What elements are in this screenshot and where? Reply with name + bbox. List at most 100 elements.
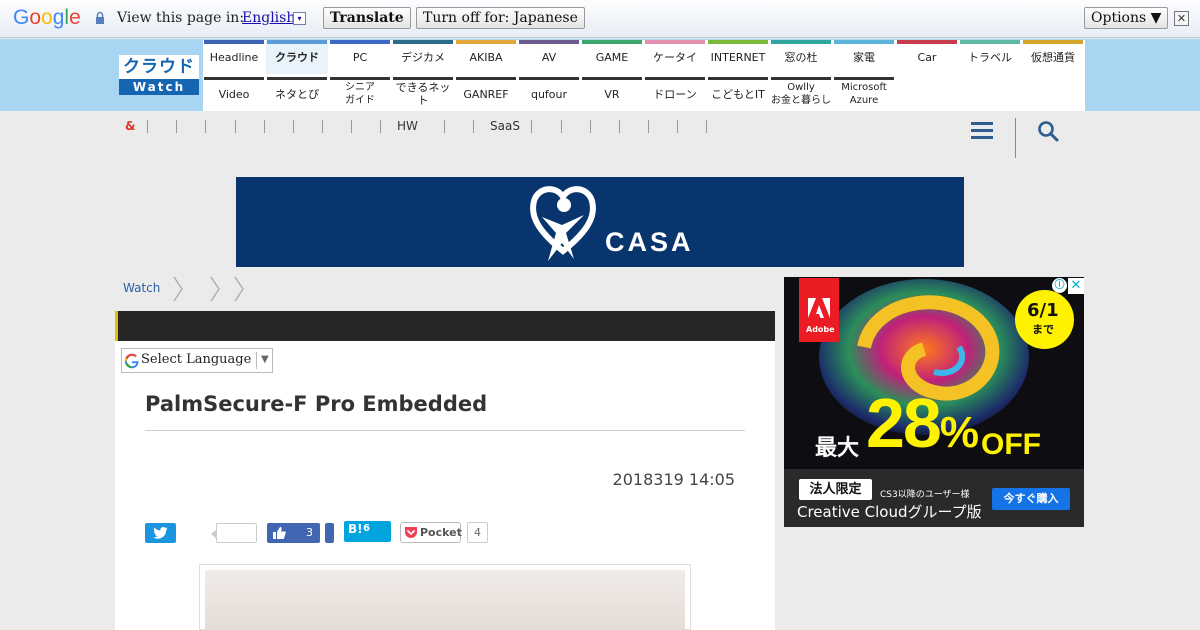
subnav-amp-link[interactable]: &	[125, 119, 135, 133]
subnav-separator	[176, 120, 177, 133]
subnav-separator	[205, 120, 206, 133]
nav-item[interactable]: クラウド	[266, 40, 328, 74]
nav-item[interactable]: トラベル	[959, 40, 1021, 74]
site-logo[interactable]: クラウド Watch	[119, 55, 199, 95]
turn-off-button[interactable]: Turn off for: Japanese	[416, 7, 585, 29]
nav-item-label: Owlly お金と暮らし	[771, 82, 831, 106]
nav-item[interactable]: Video	[203, 77, 265, 111]
banner-brand: CASA	[605, 227, 694, 257]
nav-item-label: GANREF	[463, 87, 509, 101]
subnav-separator	[677, 120, 678, 133]
nav-divider-bar	[834, 77, 894, 80]
nav-item-label: ケータイ	[653, 50, 697, 64]
nav-item[interactable]: ネタとぴ	[266, 77, 328, 111]
subnav-saas-link[interactable]: SaaS	[490, 119, 520, 133]
nav-item-label: GAME	[595, 50, 629, 64]
nav-color-bar	[330, 40, 390, 44]
ad-percent: 28%	[866, 383, 979, 463]
nav-divider-bar	[204, 77, 264, 80]
menu-icon[interactable]	[971, 122, 993, 140]
subnav-separator	[322, 120, 323, 133]
ad-off-label: OFF	[981, 428, 1041, 461]
nav-item[interactable]: INTERNET	[707, 40, 769, 74]
nav-item[interactable]: デジカメ	[392, 40, 454, 74]
close-icon[interactable]: ✕	[1174, 11, 1189, 26]
banner-ad[interactable]	[236, 177, 964, 267]
ad-product: Creative Cloudグループ版	[797, 503, 982, 521]
nav-item-label: 窓の杜	[784, 50, 818, 64]
subnav-separator	[444, 120, 445, 133]
nav-item[interactable]: シニア ガイド	[329, 77, 391, 111]
nav-color-bar	[708, 40, 768, 44]
nav-divider-bar	[393, 77, 453, 80]
google-logo: Google	[13, 6, 81, 29]
nav-item[interactable]: こどもとIT	[707, 77, 769, 111]
language-dropdown-icon[interactable]: ▾	[293, 12, 306, 25]
language-link[interactable]: English	[242, 10, 295, 26]
twitter-share-button[interactable]	[145, 523, 176, 543]
adobe-a-icon	[808, 298, 830, 318]
ad-tag: 法人限定	[799, 479, 872, 500]
pocket-icon	[405, 527, 417, 538]
view-page-label: View this page in:	[117, 10, 245, 26]
ad-close-icon[interactable]: ✕	[1068, 278, 1084, 294]
nav-item-label: Microsoft Azure	[841, 82, 887, 106]
subnav-separator	[619, 120, 620, 133]
nav-item[interactable]: ケータイ	[644, 40, 706, 74]
nav-color-bar	[519, 40, 579, 44]
nav-item-label: できるネット	[395, 81, 451, 107]
logo-top-text: クラウド	[119, 55, 199, 80]
nav-item-label: トラベル	[968, 50, 1012, 64]
nav-item[interactable]: 窓の杜	[770, 40, 832, 74]
nav-item[interactable]: 家電	[833, 40, 895, 74]
translate-bar: Google View this page in: English ▾ Tran…	[0, 0, 1200, 38]
breadcrumb-root[interactable]: Watch	[123, 281, 160, 295]
hatena-count: 6	[363, 523, 370, 534]
nav-item[interactable]: PC	[329, 40, 391, 74]
logo-bottom-text: Watch	[119, 79, 199, 95]
adobe-label: Adobe	[806, 325, 835, 334]
nav-item[interactable]: AV	[518, 40, 580, 74]
subnav-separator	[351, 120, 352, 133]
facebook-like-button[interactable]: 3	[267, 523, 320, 543]
nav-item[interactable]: Car	[896, 40, 958, 74]
nav-item-label: 仮想通貨	[1031, 50, 1075, 64]
search-icon[interactable]	[1037, 120, 1059, 142]
nav-item[interactable]: GANREF	[455, 77, 517, 111]
ad-info-icon[interactable]: ⓘ	[1052, 278, 1067, 293]
subnav-hw-link[interactable]: HW	[397, 119, 418, 133]
like-count: 3	[306, 526, 313, 539]
pocket-button[interactable]: Pocket	[400, 522, 462, 543]
nav-item[interactable]: qufour	[518, 77, 580, 111]
nav-divider-bar	[582, 77, 642, 80]
nav-item-label: こどもとIT	[711, 87, 765, 101]
nav-item[interactable]: 仮想通貨	[1022, 40, 1084, 74]
select-language-label: Select Language	[141, 352, 252, 367]
nav-color-bar	[582, 40, 642, 44]
nav-item[interactable]: できるネット	[392, 77, 454, 111]
breadcrumb-chevron-icon	[173, 276, 183, 302]
nav-item[interactable]: ドローン	[644, 77, 706, 111]
options-button[interactable]: Options ▼	[1084, 7, 1169, 29]
nav-color-bar	[204, 40, 264, 44]
translate-button[interactable]: Translate	[323, 7, 411, 29]
nav-item[interactable]: Headline	[203, 40, 265, 74]
subnav-separator	[590, 120, 591, 133]
nav-item-label: Video	[218, 87, 250, 101]
article-photo[interactable]	[205, 570, 685, 630]
hatena-bookmark-button[interactable]: B! 6	[344, 521, 391, 542]
nav-item[interactable]: Microsoft Azure	[833, 77, 895, 111]
subnav-separator	[706, 120, 707, 133]
lock-icon	[96, 11, 104, 24]
nav-item-label: AV	[541, 50, 557, 64]
nav-item[interactable]: AKIBA	[455, 40, 517, 74]
nav-item[interactable]: Owlly お金と暮らし	[770, 77, 832, 111]
nav-color-bar	[456, 40, 516, 44]
nav-item-label: 家電	[853, 50, 875, 64]
ad-buy-button[interactable]: 今すぐ購入	[992, 488, 1070, 510]
nav-divider-bar	[519, 77, 579, 80]
breadcrumb-chevron-icon	[210, 276, 220, 302]
nav-item[interactable]: GAME	[581, 40, 643, 74]
facebook-share-button[interactable]	[325, 523, 334, 543]
nav-item[interactable]: VR	[581, 77, 643, 111]
